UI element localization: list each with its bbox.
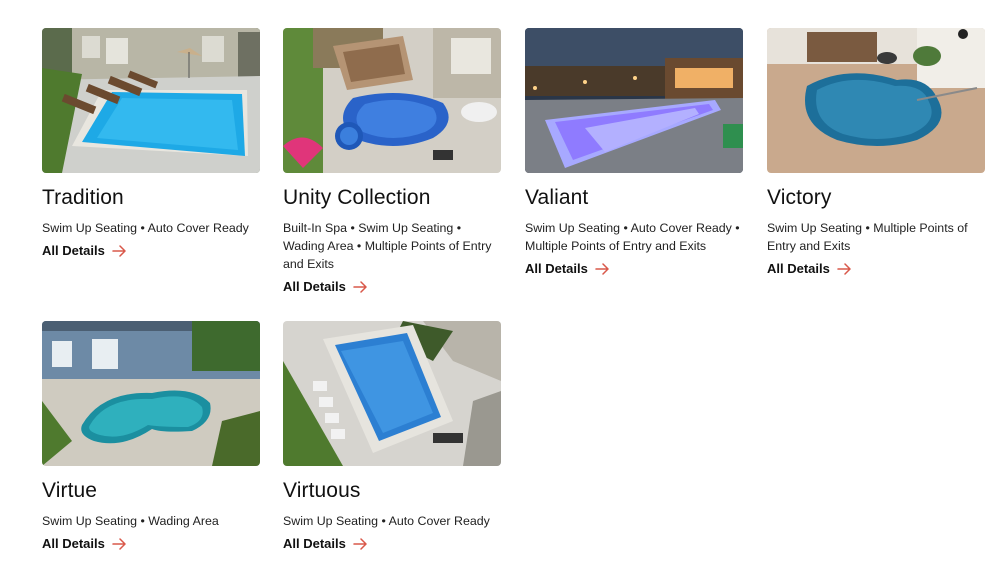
arrow-right-icon [353,280,367,293]
pool-card-valiant: Valiant Swim Up Seating • Auto Cover Rea… [525,28,743,278]
all-details-label: All Details [525,261,588,276]
pool-image-virtuous[interactable] [283,321,501,466]
pool-title: Unity Collection [283,186,431,209]
pool-title: Tradition [42,186,124,209]
pool-title: Virtue [42,479,98,502]
pool-photo [283,28,501,173]
pool-title: Virtuous [283,479,361,502]
pool-features: Swim Up Seating • Auto Cover Ready • Mul… [525,221,740,253]
arrow-right-icon [837,262,851,275]
pool-photo [42,321,260,466]
all-details-link[interactable]: All Details [42,536,127,551]
all-details-link[interactable]: All Details [42,243,127,258]
arrow-right-icon [595,262,609,275]
pool-features: Swim Up Seating • Auto Cover Ready [42,221,249,235]
pool-image-victory[interactable] [767,28,985,173]
all-details-label: All Details [283,279,346,294]
pool-photo [283,321,501,466]
pool-card-virtuous: Virtuous Swim Up Seating • Auto Cover Re… [283,321,501,553]
all-details-link[interactable]: All Details [767,261,852,276]
all-details-link[interactable]: All Details [283,279,368,294]
pool-card-victory: Victory Swim Up Seating • Multiple Point… [767,28,985,278]
pool-title: Victory [767,186,832,209]
pool-image-tradition[interactable] [42,28,260,173]
pool-image-valiant[interactable] [525,28,743,173]
pool-photo [525,28,743,173]
pool-features: Swim Up Seating • Auto Cover Ready [283,514,490,528]
pool-title: Valiant [525,186,589,209]
arrow-right-icon [112,537,126,550]
all-details-link[interactable]: All Details [525,261,610,276]
pool-image-virtue[interactable] [42,321,260,466]
all-details-label: All Details [42,536,105,551]
pool-photo [42,28,260,173]
pool-features: Swim Up Seating • Multiple Points of Ent… [767,221,968,253]
pool-card-tradition: Tradition Swim Up Seating • Auto Cover R… [42,28,260,260]
pool-card-virtue: Virtue Swim Up Seating • Wading Area All… [42,321,260,553]
all-details-label: All Details [767,261,830,276]
pool-collection-grid: Tradition Swim Up Seating • Auto Cover R… [0,0,1000,564]
pool-image-unity-collection[interactable] [283,28,501,173]
arrow-right-icon [112,244,126,257]
pool-features: Swim Up Seating • Wading Area [42,514,219,528]
all-details-link[interactable]: All Details [283,536,368,551]
pool-features: Built-In Spa • Swim Up Seating • Wading … [283,221,492,271]
pool-card-unity-collection: Unity Collection Built-In Spa • Swim Up … [283,28,501,296]
all-details-label: All Details [283,536,346,551]
pool-photo [767,28,985,173]
all-details-label: All Details [42,243,105,258]
arrow-right-icon [353,537,367,550]
